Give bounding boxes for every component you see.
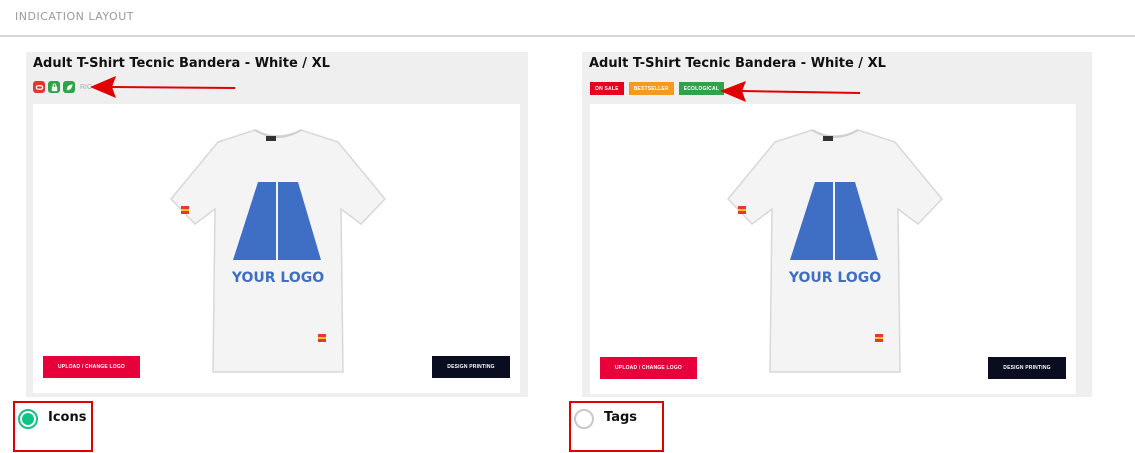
- indicator-tag-row: ON SALE BESTSELLER ECOLOGICAL: [590, 82, 725, 95]
- tshirt-image: YOUR LOGO: [726, 129, 944, 373]
- annotation-arrow-right-icon: [720, 81, 861, 102]
- option-tags-label: Tags: [604, 410, 638, 425]
- annotation-arrow-left-icon: [90, 76, 236, 98]
- upload-change-logo-button[interactable]: UPLOAD / CHANGE LOGO: [43, 356, 140, 378]
- section-title: INDICATION LAYOUT: [15, 10, 134, 23]
- sale-icon: [33, 81, 45, 93]
- radio-selected-dot-icon: [22, 413, 34, 425]
- option-icons[interactable]: Icons: [13, 401, 93, 452]
- product-title: Adult T-Shirt Tecnic Bandera - White / X…: [589, 56, 886, 71]
- product-image: YOUR LOGO UPLOAD / CHANGE LOGO DESIGN PR…: [33, 104, 520, 393]
- upload-change-logo-button[interactable]: UPLOAD / CHANGE LOGO: [600, 357, 697, 379]
- logo-placeholder-text: YOUR LOGO: [788, 270, 881, 286]
- tag-bestseller: BESTSELLER: [628, 82, 674, 95]
- logo-placeholder-text: YOUR LOGO: [231, 270, 324, 286]
- radio-icons[interactable]: [18, 409, 38, 429]
- product-title: Adult T-Shirt Tecnic Bandera - White / X…: [33, 56, 330, 71]
- indicator-icon-row: RIC: [33, 81, 92, 93]
- preview-card-icons: Adult T-Shirt Tecnic Bandera - White / X…: [26, 52, 528, 397]
- section-divider: [0, 35, 1135, 37]
- design-printing-button[interactable]: DESIGN PRINTING: [988, 357, 1066, 379]
- tag-ecological: ECOLOGICAL: [678, 82, 725, 95]
- design-printing-button[interactable]: DESIGN PRINTING: [432, 356, 510, 378]
- option-icons-label: Icons: [48, 410, 87, 425]
- product-image: YOUR LOGO UPLOAD / CHANGE LOGO DESIGN PR…: [590, 104, 1076, 394]
- leaf-icon: [63, 81, 75, 93]
- radio-tags[interactable]: [574, 409, 594, 429]
- tshirt-image: YOUR LOGO: [169, 129, 387, 373]
- option-tags[interactable]: Tags: [569, 401, 664, 452]
- tag-on-sale: ON SALE: [590, 82, 624, 95]
- bag-icon: [48, 81, 60, 93]
